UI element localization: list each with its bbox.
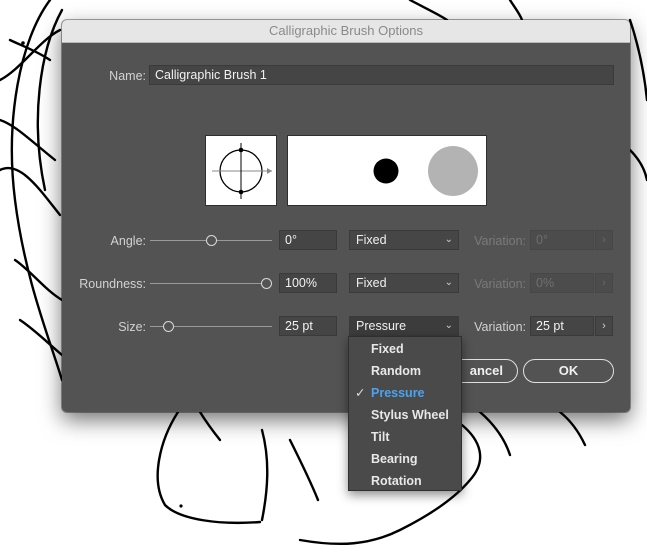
menu-item-rotation[interactable]: Rotation (349, 470, 461, 492)
chevron-down-icon: ⌄ (444, 277, 453, 288)
menu-item-tilt[interactable]: Tilt (349, 426, 461, 448)
roundness-variation-label: Variation: (474, 277, 526, 291)
chevron-down-icon: ⌄ (444, 234, 453, 245)
angle-mode-value: Fixed (356, 233, 387, 247)
size-mode-value: Pressure (356, 319, 407, 333)
size-variation-field[interactable]: 25 pt (530, 316, 594, 336)
ok-button[interactable]: OK (523, 359, 614, 383)
chevron-down-icon: ⌄ (444, 320, 453, 331)
menu-item-pressure-label: Pressure (371, 386, 425, 400)
angle-mode-select[interactable]: Fixed ⌄ (349, 230, 459, 250)
angle-variation-field: 0° (530, 230, 594, 250)
menu-item-random[interactable]: Random (349, 360, 461, 382)
roundness-slider-knob[interactable] (261, 278, 272, 289)
brush-size-preview (287, 135, 487, 206)
chevron-right-icon[interactable]: › (595, 316, 613, 336)
angle-label: Angle: (110, 234, 146, 248)
size-mode-select[interactable]: Pressure ⌄ (349, 316, 459, 336)
roundness-field[interactable]: 100% (279, 273, 337, 293)
roundness-mode-value: Fixed (356, 276, 387, 290)
calligraphic-brush-options-dialog: Calligraphic Brush Options Name: Calligr… (62, 20, 630, 412)
size-field[interactable]: 25 pt (279, 316, 337, 336)
angle-roundness-preview[interactable] (205, 135, 277, 206)
checkmark-icon: ✓ (355, 386, 366, 400)
menu-item-pressure[interactable]: ✓ Pressure (349, 382, 461, 404)
angle-variation-label: Variation: (474, 234, 526, 248)
name-label: Name: (109, 69, 146, 83)
brush-angle-diagram (212, 143, 272, 199)
size-slider-knob[interactable] (163, 321, 174, 332)
chevron-right-icon: › (595, 273, 613, 293)
roundness-label: Roundness: (79, 277, 146, 291)
dialog-title: Calligraphic Brush Options (62, 20, 630, 43)
roundness-mode-select[interactable]: Fixed ⌄ (349, 273, 459, 293)
brush-dots-preview (373, 146, 478, 196)
chevron-right-icon: › (595, 230, 613, 250)
name-field[interactable]: Calligraphic Brush 1 (149, 65, 614, 85)
size-label: Size: (118, 320, 146, 334)
size-mode-dropdown-menu: Fixed Random ✓ Pressure Stylus Wheel Til… (348, 336, 462, 491)
angle-slider-knob[interactable] (206, 235, 217, 246)
roundness-slider-track[interactable] (150, 283, 272, 284)
menu-item-fixed[interactable]: Fixed (349, 338, 461, 360)
menu-item-bearing[interactable]: Bearing (349, 448, 461, 470)
angle-field[interactable]: 0° (279, 230, 337, 250)
menu-item-stylus-wheel[interactable]: Stylus Wheel (349, 404, 461, 426)
size-variation-label: Variation: (474, 320, 526, 334)
roundness-variation-field: 0% (530, 273, 594, 293)
